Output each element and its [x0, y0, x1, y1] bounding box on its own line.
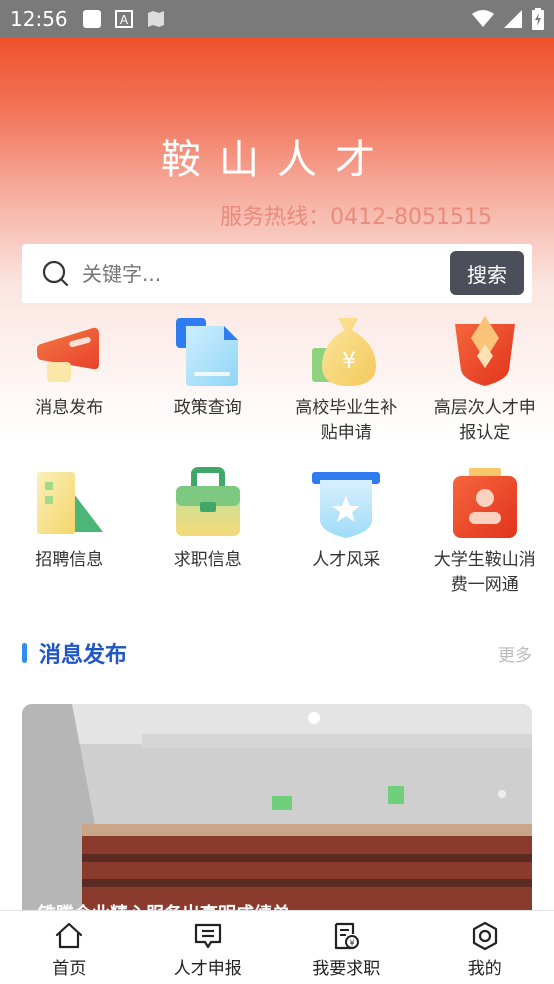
search-button[interactable]: 搜索	[450, 251, 524, 295]
money-bag-icon: ¥	[312, 318, 377, 386]
home-icon	[56, 922, 83, 949]
battery-icon	[532, 7, 544, 30]
search-input[interactable]	[82, 261, 432, 286]
map-icon	[147, 10, 164, 27]
document-icon	[175, 318, 238, 386]
id-card-icon	[452, 468, 517, 538]
grid-label: 大学生鞍山消费一网通	[433, 550, 536, 595]
wifi-icon	[472, 9, 494, 27]
grid-item-news-publish[interactable]: 消息发布	[0, 310, 139, 462]
feature-grid: 消息发布 政策查询 ¥ 高校毕业生补贴申请 高层次人才申报认定 招聘信息 求职信…	[0, 310, 554, 614]
app-title: 鞍山人才	[161, 137, 393, 183]
grid-item-policy-query[interactable]: 政策查询	[139, 310, 278, 462]
svg-text:¥: ¥	[342, 349, 356, 374]
grid-label: 消息发布	[35, 398, 104, 418]
nav-item-talent-declare[interactable]: 人才申报	[139, 911, 278, 984]
resume-icon: ¥	[335, 922, 360, 950]
star-shield-icon	[312, 472, 381, 538]
grid-label: 人才风采	[312, 550, 381, 570]
search-icon	[42, 260, 69, 286]
grid-label: 求职信息	[173, 550, 242, 570]
grid-label: 政策查询	[173, 398, 242, 418]
grid-item-high-level-talent[interactable]: 高层次人才申报认定	[416, 310, 554, 462]
grid-label: 高层次人才申报认定	[433, 398, 536, 443]
briefcase-icon	[175, 467, 240, 536]
more-link[interactable]: 更多	[498, 641, 532, 666]
status-time: 12:56	[10, 6, 68, 31]
megaphone-icon	[37, 327, 100, 382]
service-hotline: 服务热线：0412-8051515	[220, 205, 492, 230]
nav-label: 我要求职	[312, 959, 381, 979]
svg-text:¥: ¥	[350, 939, 355, 948]
grid-item-talent-showcase[interactable]: 人才风采	[277, 462, 416, 614]
section-title: 消息发布	[39, 643, 128, 668]
notification-square-icon	[82, 9, 101, 28]
status-bar: 12:56 A	[0, 0, 554, 37]
news-photo	[22, 704, 532, 914]
news-card[interactable]: 铁腾企业精心服务出高明成绩单	[22, 704, 532, 914]
nav-item-job-search[interactable]: ¥ 我要求职	[277, 911, 416, 984]
building-icon	[37, 472, 104, 534]
grid-item-job-seeking[interactable]: 求职信息	[139, 462, 278, 614]
nav-label: 首页	[52, 959, 87, 979]
svg-text:A: A	[120, 13, 129, 27]
nav-label: 人才申报	[173, 959, 242, 979]
grid-item-recruitment-info[interactable]: 招聘信息	[0, 462, 139, 614]
font-icon: A	[114, 9, 133, 28]
bottom-nav: 首页 人才申报 ¥ 我要求职 我的	[0, 910, 554, 984]
status-icons-left: A	[82, 9, 166, 29]
grid-item-graduate-subsidy[interactable]: ¥ 高校毕业生补贴申请	[277, 310, 416, 462]
search-bar: 搜索	[22, 244, 532, 303]
section-accent-bar	[22, 643, 27, 663]
nav-label: 我的	[467, 959, 502, 979]
grid-label: 高校毕业生补贴申请	[295, 398, 398, 443]
message-icon	[194, 923, 221, 949]
nav-item-mine[interactable]: 我的	[416, 911, 554, 984]
status-icons-right	[472, 7, 544, 30]
section-header: 消息发布 更多	[22, 636, 532, 670]
nav-item-home[interactable]: 首页	[0, 911, 139, 984]
grid-item-student-consumption[interactable]: 大学生鞍山消费一网通	[416, 462, 554, 614]
badge-icon	[454, 316, 515, 386]
signal-icon	[504, 9, 522, 28]
grid-label: 招聘信息	[35, 550, 104, 570]
settings-icon	[472, 921, 497, 951]
